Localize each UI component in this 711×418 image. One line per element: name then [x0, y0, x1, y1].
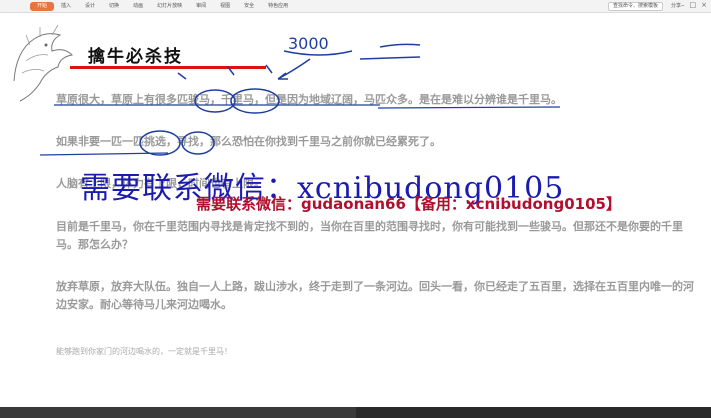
slide-title: 擒牛必杀技 [88, 47, 183, 67]
minimize-icon[interactable]: – [681, 1, 685, 9]
tab-view[interactable]: 视图 [213, 0, 237, 12]
share-button[interactable]: 分享 [671, 2, 681, 11]
close-icon[interactable]: × [701, 1, 707, 9]
tab-security[interactable]: 安全 [237, 0, 261, 12]
paragraph-6: 能够跑到你家门的河边喝水的，一定就是千里马！ [56, 347, 232, 356]
handwritten-number: 3000 [288, 34, 329, 53]
tab-home[interactable]: 开始 [30, 1, 55, 11]
paragraph-2: 如果非要一匹一匹挑选，寻找，那么恐怕在你找到千里马之前你就已经累死了。 [56, 135, 441, 148]
ribbon-bar: 开始 插入 设计 切换 动画 幻灯片放映 审阅 视图 安全 特色应用 查找命令、… [0, 0, 711, 13]
taskbar-segment [0, 407, 356, 418]
tab-slideshow[interactable]: 幻灯片放映 [150, 0, 189, 12]
command-search[interactable]: 查找命令、搜索模板 [607, 2, 663, 11]
paragraph-4: 目前是千里马，你在千里范围内寻找是肯定找不到的，当你在百里的范围寻找时，你有可能… [56, 220, 683, 251]
slide-canvas: 擒牛必杀技 草原很大，草原上有很多匹骏马，千里马，但是因为地域辽阔，马匹众多。是… [0, 13, 711, 407]
maximize-icon[interactable]: □ [690, 1, 697, 9]
taskbar [0, 407, 711, 418]
watermark-red: 需要联系微信：gudaonan66【备用：xcnibudong0105】 [196, 195, 621, 213]
tab-transition[interactable]: 切换 [102, 0, 126, 12]
tab-animation[interactable]: 动画 [126, 0, 150, 12]
tab-special[interactable]: 特色应用 [261, 0, 295, 12]
ribbon-right: 查找命令、搜索模板 分享 [607, 2, 681, 11]
window-controls: – □ × [681, 1, 707, 9]
paragraph-5: 放弃草原，放弃大队伍。独自一人上路，跋山涉水，终于走到了一条河边。回头一看，你已… [56, 280, 694, 311]
tab-insert[interactable]: 插入 [54, 0, 78, 12]
title-underline [70, 66, 266, 69]
paragraph-1: 草原很大，草原上有很多匹骏马，千里马，但是因为地域辽阔，马匹众多。是在是难以分辨… [56, 93, 562, 106]
tab-review[interactable]: 审阅 [189, 0, 213, 12]
tab-design[interactable]: 设计 [78, 0, 102, 12]
